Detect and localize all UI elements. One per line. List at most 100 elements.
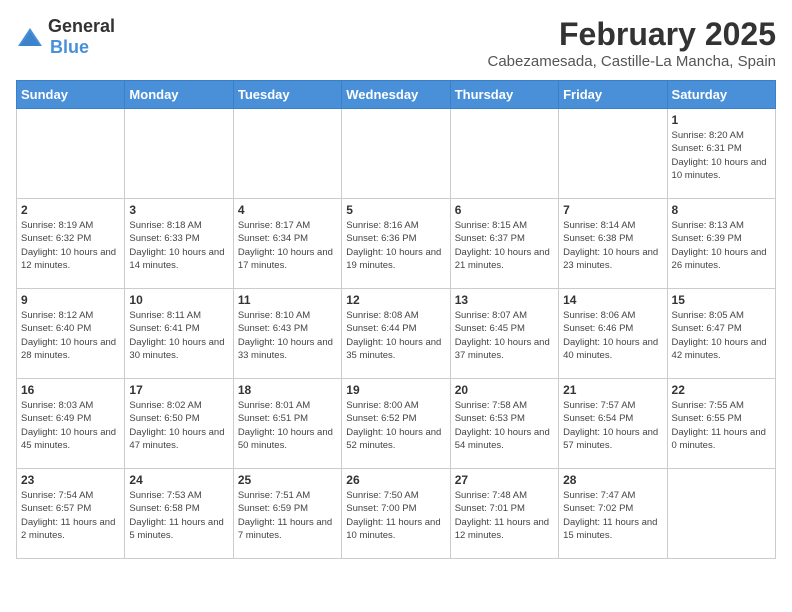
day-number: 17 [129,383,228,397]
logo-icon [16,26,44,48]
page-title: February 2025 [488,16,777,53]
calendar-cell: 9 Sunrise: 8:12 AM Sunset: 6:40 PM Daylig… [17,289,125,379]
calendar-cell: 10 Sunrise: 8:11 AM Sunset: 6:41 PM Dayli… [125,289,233,379]
day-number: 3 [129,203,228,217]
calendar-cell: 17 Sunrise: 8:02 AM Sunset: 6:50 PM Dayli… [125,379,233,469]
calendar-cell: 8 Sunrise: 8:13 AM Sunset: 6:39 PM Daylig… [667,199,775,289]
page-header: General Blue February 2025 Cabezamesada,… [16,16,776,70]
calendar-cell: 1 Sunrise: 8:20 AM Sunset: 6:31 PM Daylig… [667,109,775,199]
day-number: 16 [21,383,120,397]
calendar-header-row: SundayMondayTuesdayWednesdayThursdayFrid… [17,81,776,109]
day-info: Sunrise: 8:20 AM Sunset: 6:31 PM Dayligh… [672,129,771,182]
day-number: 4 [238,203,337,217]
day-info: Sunrise: 8:14 AM Sunset: 6:38 PM Dayligh… [563,219,662,272]
calendar-cell: 14 Sunrise: 8:06 AM Sunset: 6:46 PM Dayli… [559,289,667,379]
calendar-cell: 26 Sunrise: 7:50 AM Sunset: 7:00 PM Dayli… [342,469,450,559]
calendar-cell: 3 Sunrise: 8:18 AM Sunset: 6:33 PM Daylig… [125,199,233,289]
logo-blue: Blue [50,37,89,57]
day-info: Sunrise: 8:01 AM Sunset: 6:51 PM Dayligh… [238,399,337,452]
day-number: 26 [346,473,445,487]
calendar-week-row: 23 Sunrise: 7:54 AM Sunset: 6:57 PM Dayli… [17,469,776,559]
day-info: Sunrise: 7:47 AM Sunset: 7:02 PM Dayligh… [563,489,662,542]
day-info: Sunrise: 8:11 AM Sunset: 6:41 PM Dayligh… [129,309,228,362]
logo: General Blue [16,16,115,58]
day-info: Sunrise: 7:57 AM Sunset: 6:54 PM Dayligh… [563,399,662,452]
header-monday: Monday [125,81,233,109]
day-info: Sunrise: 8:02 AM Sunset: 6:50 PM Dayligh… [129,399,228,452]
calendar-week-row: 2Sunrise: 8:19 AM Sunset: 6:32 PM Daylig… [17,199,776,289]
title-area: February 2025 Cabezamesada, Castille-La … [488,16,777,70]
day-number: 13 [455,293,554,307]
day-number: 14 [563,293,662,307]
calendar-cell: 19 Sunrise: 8:00 AM Sunset: 6:52 PM Dayli… [342,379,450,469]
header-tuesday: Tuesday [233,81,341,109]
calendar-week-row: 9 Sunrise: 8:12 AM Sunset: 6:40 PM Daylig… [17,289,776,379]
day-number: 18 [238,383,337,397]
day-info: Sunrise: 8:19 AM Sunset: 6:32 PM Dayligh… [21,219,120,272]
day-number: 11 [238,293,337,307]
day-info: Sunrise: 8:16 AM Sunset: 6:36 PM Dayligh… [346,219,445,272]
day-number: 27 [455,473,554,487]
calendar-cell: 2Sunrise: 8:19 AM Sunset: 6:32 PM Daylig… [17,199,125,289]
day-info: Sunrise: 7:51 AM Sunset: 6:59 PM Dayligh… [238,489,337,542]
calendar-cell: 11 Sunrise: 8:10 AM Sunset: 6:43 PM Dayli… [233,289,341,379]
calendar-cell [233,109,341,199]
header-wednesday: Wednesday [342,81,450,109]
day-number: 21 [563,383,662,397]
calendar-cell: 13Sunrise: 8:07 AM Sunset: 6:45 PM Dayli… [450,289,558,379]
day-info: Sunrise: 7:48 AM Sunset: 7:01 PM Dayligh… [455,489,554,542]
day-info: Sunrise: 8:13 AM Sunset: 6:39 PM Dayligh… [672,219,771,272]
logo-general: General [48,16,115,36]
header-friday: Friday [559,81,667,109]
day-number: 12 [346,293,445,307]
calendar-cell: 12Sunrise: 8:08 AM Sunset: 6:44 PM Dayli… [342,289,450,379]
day-number: 6 [455,203,554,217]
day-info: Sunrise: 8:00 AM Sunset: 6:52 PM Dayligh… [346,399,445,452]
day-number: 8 [672,203,771,217]
calendar-cell [559,109,667,199]
day-number: 23 [21,473,120,487]
day-info: Sunrise: 7:58 AM Sunset: 6:53 PM Dayligh… [455,399,554,452]
calendar-cell: 28 Sunrise: 7:47 AM Sunset: 7:02 PM Dayli… [559,469,667,559]
calendar-cell: 20 Sunrise: 7:58 AM Sunset: 6:53 PM Dayli… [450,379,558,469]
day-info: Sunrise: 7:54 AM Sunset: 6:57 PM Dayligh… [21,489,120,542]
day-number: 24 [129,473,228,487]
calendar-cell: 24 Sunrise: 7:53 AM Sunset: 6:58 PM Dayli… [125,469,233,559]
day-info: Sunrise: 7:50 AM Sunset: 7:00 PM Dayligh… [346,489,445,542]
day-number: 1 [672,113,771,127]
calendar-cell [450,109,558,199]
day-number: 20 [455,383,554,397]
day-number: 22 [672,383,771,397]
calendar-cell: 18 Sunrise: 8:01 AM Sunset: 6:51 PM Dayli… [233,379,341,469]
calendar-cell: 16Sunrise: 8:03 AM Sunset: 6:49 PM Dayli… [17,379,125,469]
day-info: Sunrise: 8:06 AM Sunset: 6:46 PM Dayligh… [563,309,662,362]
calendar-cell [342,109,450,199]
calendar-cell [667,469,775,559]
calendar-cell: 22 Sunrise: 7:55 AM Sunset: 6:55 PM Dayli… [667,379,775,469]
day-number: 7 [563,203,662,217]
day-number: 28 [563,473,662,487]
calendar-cell: 15Sunrise: 8:05 AM Sunset: 6:47 PM Dayli… [667,289,775,379]
page-subtitle: Cabezamesada, Castille-La Mancha, Spain [488,53,777,70]
calendar-week-row: 16Sunrise: 8:03 AM Sunset: 6:49 PM Dayli… [17,379,776,469]
header-saturday: Saturday [667,81,775,109]
day-info: Sunrise: 7:55 AM Sunset: 6:55 PM Dayligh… [672,399,771,452]
calendar-cell: 5 Sunrise: 8:16 AM Sunset: 6:36 PM Daylig… [342,199,450,289]
header-sunday: Sunday [17,81,125,109]
calendar-cell: 7 Sunrise: 8:14 AM Sunset: 6:38 PM Daylig… [559,199,667,289]
calendar-cell [125,109,233,199]
calendar-cell: 4Sunrise: 8:17 AM Sunset: 6:34 PM Daylig… [233,199,341,289]
day-info: Sunrise: 8:12 AM Sunset: 6:40 PM Dayligh… [21,309,120,362]
day-number: 5 [346,203,445,217]
day-info: Sunrise: 8:18 AM Sunset: 6:33 PM Dayligh… [129,219,228,272]
day-info: Sunrise: 8:05 AM Sunset: 6:47 PM Dayligh… [672,309,771,362]
day-number: 10 [129,293,228,307]
day-info: Sunrise: 7:53 AM Sunset: 6:58 PM Dayligh… [129,489,228,542]
calendar-cell: 6Sunrise: 8:15 AM Sunset: 6:37 PM Daylig… [450,199,558,289]
day-number: 19 [346,383,445,397]
day-number: 9 [21,293,120,307]
day-number: 25 [238,473,337,487]
calendar-cell: 23 Sunrise: 7:54 AM Sunset: 6:57 PM Dayli… [17,469,125,559]
day-info: Sunrise: 8:10 AM Sunset: 6:43 PM Dayligh… [238,309,337,362]
calendar-cell: 27 Sunrise: 7:48 AM Sunset: 7:01 PM Dayli… [450,469,558,559]
